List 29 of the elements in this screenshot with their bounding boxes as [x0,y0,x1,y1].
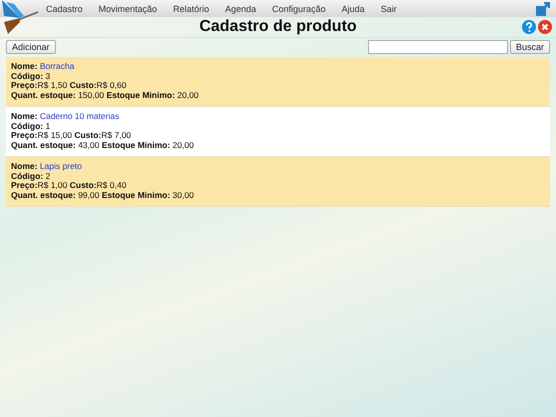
page-title: Cadastro de produto [199,18,357,36]
menu-item[interactable]: Sair [372,4,405,14]
product-name-link[interactable]: Lapis preto [40,161,82,171]
help-icon[interactable] [522,20,536,34]
search-button[interactable]: Buscar [510,40,550,54]
arrow-icon[interactable] [536,2,550,16]
menu-item[interactable]: Movimentação [90,4,166,14]
product-detail: Quant. estoque: 99,00 Estoque Minimo: 30,00 [11,190,195,200]
menu-item[interactable]: Configuração [264,4,334,14]
product-detail: Código: 1 [11,122,52,131]
close-icon[interactable] [538,20,552,34]
product-detail: Código: 3 [11,72,52,81]
product-detail: Quant. estoque: 43,00 Estoque Minimo: 20,00 [11,140,195,150]
product-detail: Preço:R$ 1,50 Custo:R$ 0,60 [11,81,128,90]
name-label: Nome: [11,61,38,71]
menu-item[interactable]: Agenda [217,4,264,14]
name-label: Nome: [11,111,38,121]
product-detail: Preço:R$ 15,00 Custo:R$ 7,00 [11,131,132,140]
search-field[interactable] [368,40,508,54]
menu-item[interactable]: Cadastro [38,4,91,14]
name-label: Nome: [11,161,38,171]
product-name-link[interactable]: Borracha [40,61,74,71]
add-button[interactable]: Adicionar [6,40,56,54]
menu-item[interactable]: Ajuda [334,4,373,14]
product-name-link[interactable]: Caderno 10 materias [40,111,120,121]
product-detail: Código: 2 [11,172,50,181]
product-detail: Quant. estoque: 150,00 Estoque Minimo: 20,00 [11,90,200,100]
product-detail: Preço:R$ 1,00 Custo:R$ 0,40 [11,181,128,190]
menu-item[interactable]: Relatório [165,4,218,14]
